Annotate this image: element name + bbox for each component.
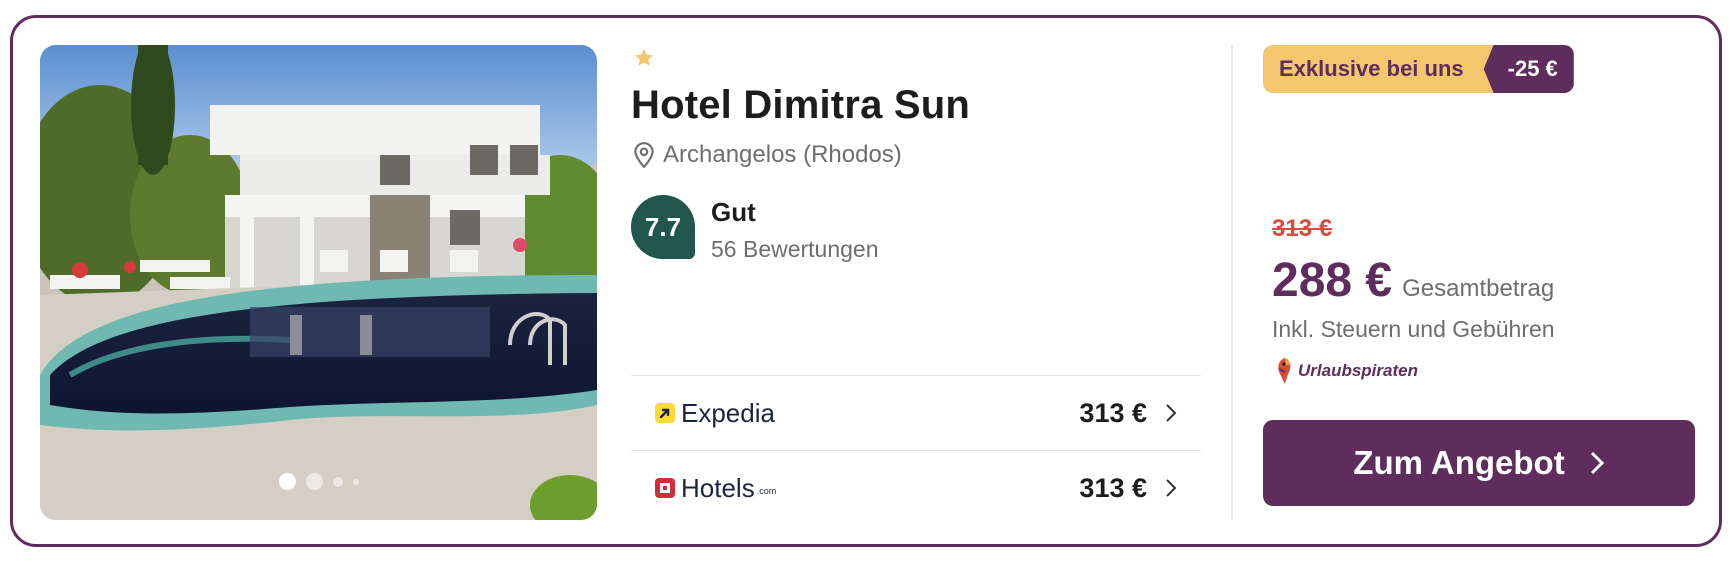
chevron-right-icon (1166, 404, 1177, 422)
star-icon (635, 48, 653, 66)
provider-name: Hotels (681, 472, 755, 503)
location-pin-icon (634, 142, 654, 169)
hotel-info: Hotel Dimitra Sun Archangelos (Rhodos) 7… (631, 45, 1207, 520)
offer-price: 313 € (1079, 397, 1147, 428)
location-text: Archangelos (Rhodos) (663, 141, 902, 168)
tax-note: Inkl. Steuern und Gebühren (1272, 316, 1555, 342)
chevron-right-icon (1166, 479, 1177, 497)
rating-word: Gut (711, 197, 756, 227)
hotel-rating: 7.7 Gut 56 Bewertungen (631, 195, 879, 263)
provider-offers: Expedia 313 € Hotels .com 313 € (631, 375, 1201, 525)
partner-name: Urlaubspiraten (1298, 361, 1418, 380)
hotel-photo[interactable] (40, 45, 597, 520)
badge-label: Exklusive bei uns (1263, 45, 1496, 93)
rating-score-badge: 7.7 (631, 195, 695, 259)
review-count[interactable]: 56 Bewertungen (711, 236, 879, 263)
gallery-dot[interactable] (352, 478, 359, 485)
gallery-pagination (40, 473, 597, 490)
offer-row-expedia[interactable]: Expedia 313 € (631, 375, 1201, 450)
chevron-right-icon (1590, 451, 1604, 475)
gallery-dot[interactable] (305, 473, 323, 490)
expedia-logo-icon (655, 403, 675, 423)
hotel-card[interactable]: Hotel Dimitra Sun Archangelos (Rhodos) 7… (10, 15, 1722, 547)
gallery-dot[interactable] (332, 476, 343, 487)
old-price: 313 € (1272, 215, 1333, 242)
pirate-parrot-icon (1278, 358, 1291, 384)
offer-row-hotels[interactable]: Hotels .com 313 € (631, 450, 1201, 525)
provider-name: Expedia (681, 397, 775, 428)
section-divider (1231, 45, 1233, 520)
provider-suffix: .com (756, 485, 777, 496)
badge-discount: -25 € (1483, 45, 1574, 93)
hotel-name[interactable]: Hotel Dimitra Sun (631, 83, 970, 128)
hotel-location: Archangelos (Rhodos) (631, 141, 902, 169)
price-row: 288 € Gesamtbetrag (1272, 253, 1554, 308)
offer-price: 313 € (1079, 472, 1147, 503)
cta-label: Zum Angebot (1353, 444, 1565, 481)
partner-logo: Urlaubspiraten (1274, 356, 1418, 386)
exclusive-deal-badge: Exklusive bei uns -25 € (1263, 45, 1574, 93)
hotel-pool-image (40, 45, 597, 520)
price-label: Gesamtbetrag (1402, 275, 1555, 302)
hotels-com-logo-icon (655, 478, 675, 498)
gallery-dot[interactable] (278, 473, 296, 490)
current-price: 288 € (1272, 254, 1393, 307)
to-offer-button[interactable]: Zum Angebot (1263, 420, 1695, 506)
